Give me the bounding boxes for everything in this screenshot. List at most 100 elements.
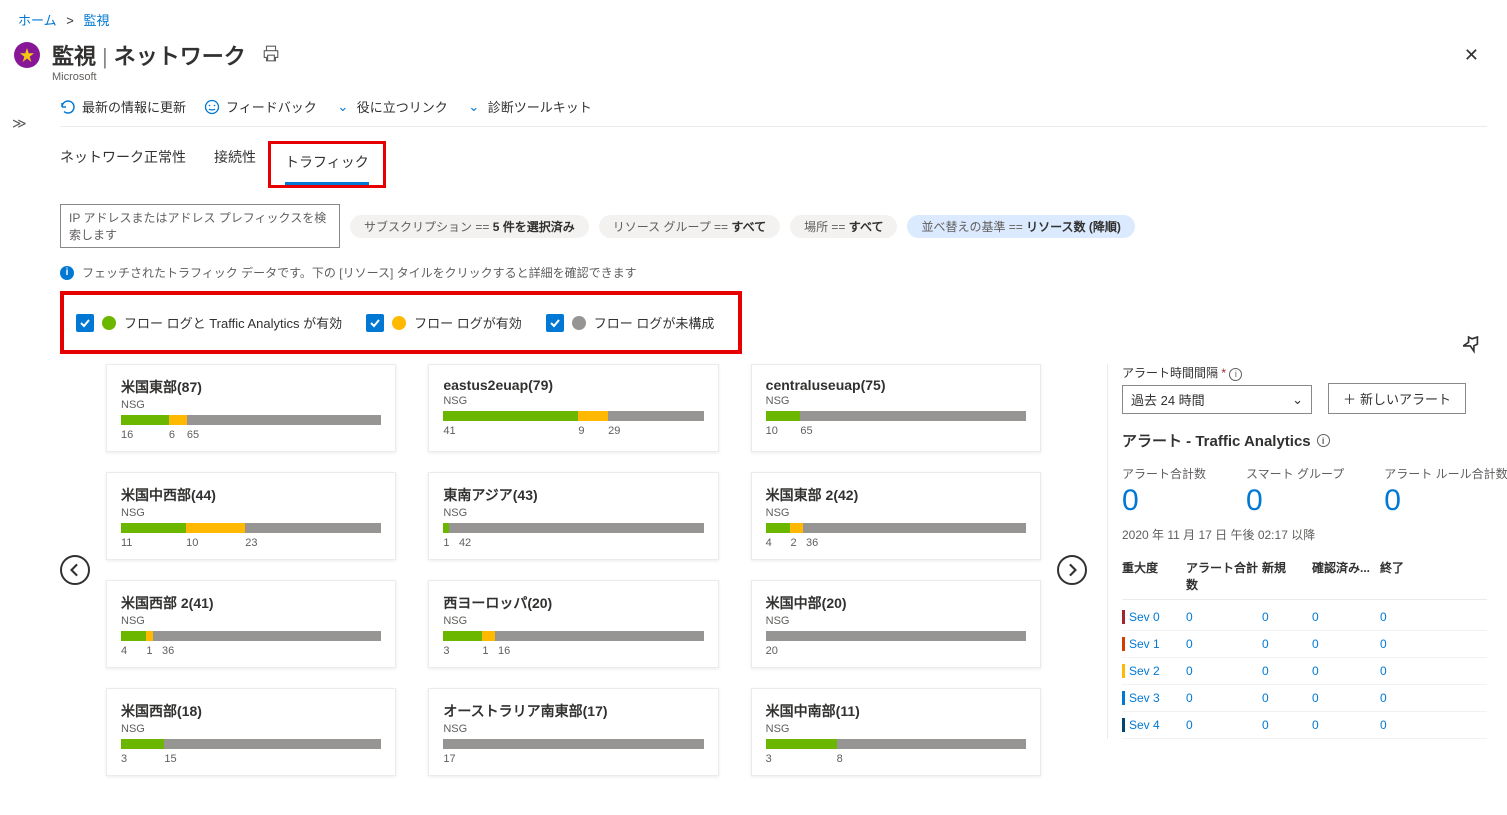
card-bar (121, 631, 381, 641)
tab-network-health[interactable]: ネットワーク正常性 (60, 141, 186, 188)
sev-ack: 0 (1312, 637, 1376, 651)
card-values: 142 (443, 537, 703, 549)
legend-box: フロー ログと Traffic Analytics が有効 フロー ログが有効 … (60, 291, 742, 354)
interval-select[interactable]: 過去 24 時間 ⌄ (1122, 385, 1312, 414)
card-bar (443, 523, 703, 533)
card-subtitle: NSG (443, 615, 703, 627)
severity-row[interactable]: Sev 3 0 0 0 0 (1122, 685, 1487, 712)
pin-icon[interactable] (1463, 343, 1483, 358)
card-subtitle: NSG (766, 723, 1026, 735)
severity-row[interactable]: Sev 1 0 0 0 0 (1122, 631, 1487, 658)
sev-total: 0 (1186, 610, 1258, 624)
diag-toolkit-button[interactable]: ⌄ 診断ツールキット (466, 97, 592, 116)
chevron-down-icon: ⌄ (466, 99, 482, 115)
region-card[interactable]: 米国中西部(44) NSG 111023 (106, 472, 396, 560)
region-card[interactable]: 米国中南部(11) NSG 38 (751, 688, 1041, 776)
prev-page-button[interactable] (60, 555, 90, 585)
card-subtitle: NSG (766, 507, 1026, 519)
metric-smart-groups-value[interactable]: 0 (1246, 484, 1344, 518)
sev-total: 0 (1186, 718, 1258, 732)
sev-ack: 0 (1312, 718, 1376, 732)
sev-new: 0 (1262, 718, 1308, 732)
alerts-since: 2020 年 11 月 17 日 午後 02:17 以降 (1122, 526, 1487, 543)
card-bar (443, 739, 703, 749)
refresh-button[interactable]: 最新の情報に更新 (60, 97, 186, 116)
card-values: 111023 (121, 537, 381, 549)
filter-location[interactable]: 場所 == すべて (790, 215, 897, 238)
region-card[interactable]: 米国中部(20) NSG 20 (751, 580, 1041, 668)
metric-total-alerts-value[interactable]: 0 (1122, 484, 1206, 518)
card-title: オーストラリア南東部(17) (443, 701, 703, 721)
useful-links-button[interactable]: ⌄ 役に立つリンク (335, 97, 448, 116)
card-values: 3116 (443, 645, 703, 657)
metric-alert-rules-label: アラート ルール合計数 (1384, 465, 1507, 482)
card-bar (766, 523, 1026, 533)
info-icon[interactable]: i (1229, 368, 1242, 381)
chevron-down-icon: ⌄ (335, 99, 351, 115)
severity-row[interactable]: Sev 0 0 0 0 0 (1122, 604, 1487, 631)
sev-closed: 0 (1380, 718, 1420, 732)
card-title: centraluseuap(75) (766, 377, 1026, 393)
checkbox-checked[interactable] (76, 314, 94, 332)
card-subtitle: NSG (443, 395, 703, 407)
checkbox-checked[interactable] (546, 314, 564, 332)
breadcrumb-home[interactable]: ホーム (18, 13, 57, 28)
breadcrumb: ホーム > 監視 (0, 0, 1507, 33)
card-subtitle: NSG (121, 507, 381, 519)
sev-new: 0 (1262, 637, 1308, 651)
sev-ack: 0 (1312, 664, 1376, 678)
feedback-button[interactable]: フィードバック (204, 97, 317, 116)
company-subtitle: Microsoft (0, 71, 1507, 83)
next-page-button[interactable] (1057, 555, 1087, 585)
card-bar (443, 631, 703, 641)
card-bar (766, 631, 1026, 641)
breadcrumb-current[interactable]: 監視 (83, 13, 109, 28)
card-subtitle: NSG (443, 723, 703, 735)
legend-flowlog-unconfigured[interactable]: フロー ログが未構成 (546, 313, 715, 332)
info-message: i フェッチされたトラフィック データです。下の [リソース] タイルをクリック… (60, 258, 1487, 291)
plus-icon: ＋ (1343, 389, 1356, 408)
checkbox-checked[interactable] (366, 314, 384, 332)
chevron-down-icon: ⌄ (1292, 392, 1303, 408)
severity-row[interactable]: Sev 4 0 0 0 0 (1122, 712, 1487, 739)
region-card[interactable]: 西ヨーロッパ(20) NSG 3116 (428, 580, 718, 668)
card-title: eastus2euap(79) (443, 377, 703, 393)
info-icon[interactable]: i (1317, 434, 1330, 447)
close-button[interactable]: ✕ (1454, 41, 1489, 70)
expand-sidebar-button[interactable]: ≫ (12, 115, 27, 132)
card-title: 米国中部(20) (766, 593, 1026, 613)
region-card[interactable]: centraluseuap(75) NSG 1065 (751, 364, 1041, 452)
search-input[interactable]: IP アドレスまたはアドレス プレフィックスを検索します (60, 204, 340, 248)
region-card[interactable]: 米国東部(87) NSG 16665 (106, 364, 396, 452)
region-card[interactable]: 米国東部 2(42) NSG 4236 (751, 472, 1041, 560)
legend-flowlog-ta-enabled[interactable]: フロー ログと Traffic Analytics が有効 (76, 313, 342, 332)
severity-row[interactable]: Sev 2 0 0 0 0 (1122, 658, 1487, 685)
metric-alert-rules-value[interactable]: 0 (1384, 484, 1507, 518)
filter-resource-group[interactable]: リソース グループ == すべて (599, 215, 780, 238)
tab-connectivity[interactable]: 接続性 (214, 141, 256, 188)
card-subtitle: NSG (766, 615, 1026, 627)
filter-subscription[interactable]: サブスクリプション == 5 件を選択済み (350, 215, 589, 238)
print-icon[interactable] (262, 45, 280, 66)
region-card[interactable]: 米国西部(18) NSG 315 (106, 688, 396, 776)
severity-name: Sev 3 (1122, 691, 1182, 705)
smile-icon (204, 99, 220, 115)
region-card[interactable]: 東南アジア(43) NSG 142 (428, 472, 718, 560)
col-ack: 確認済み... (1312, 559, 1376, 593)
dot-yellow-icon (392, 316, 406, 330)
legend-flowlog-enabled[interactable]: フロー ログが有効 (366, 313, 522, 332)
sev-new: 0 (1262, 664, 1308, 678)
sev-closed: 0 (1380, 637, 1420, 651)
region-card[interactable]: オーストラリア南東部(17) NSG 17 (428, 688, 718, 776)
card-values: 1065 (766, 425, 1026, 437)
region-card[interactable]: 米国西部 2(41) NSG 4136 (106, 580, 396, 668)
region-card[interactable]: eastus2euap(79) NSG 41929 (428, 364, 718, 452)
sev-new: 0 (1262, 691, 1308, 705)
filter-sort[interactable]: 並べ替えの基準 == リソース数 (降順) (907, 215, 1134, 238)
severity-name: Sev 1 (1122, 637, 1182, 651)
col-severity: 重大度 (1122, 559, 1182, 593)
new-alert-button[interactable]: ＋新しいアラート (1328, 383, 1466, 414)
card-values: 41929 (443, 425, 703, 437)
card-title: 米国東部(87) (121, 377, 381, 397)
tab-traffic[interactable]: トラフィック (285, 146, 369, 185)
